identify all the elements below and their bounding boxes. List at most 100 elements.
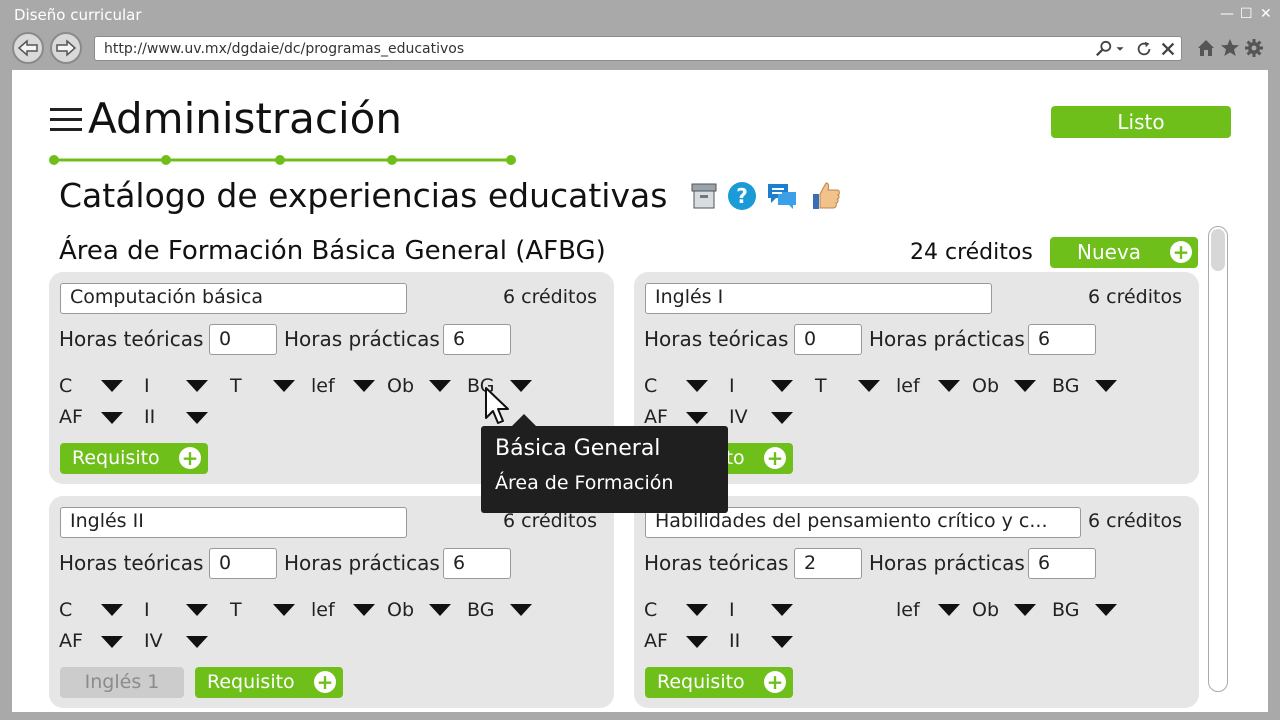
- home-icon[interactable]: [1196, 38, 1216, 58]
- bg-dropdown-icon[interactable]: [1095, 380, 1117, 392]
- horas-practicas-input[interactable]: 6: [1028, 324, 1096, 355]
- af-dropdown-icon[interactable]: [686, 636, 708, 648]
- period-dropdown-icon[interactable]: [771, 412, 793, 424]
- caracter-dropdown-icon[interactable]: [686, 604, 708, 616]
- lef-select[interactable]: lef: [311, 599, 335, 621]
- caracter-dropdown-icon[interactable]: [101, 604, 123, 616]
- tipo-dropdown-icon[interactable]: [273, 604, 295, 616]
- af-select[interactable]: AF: [644, 630, 668, 652]
- ob-dropdown-icon[interactable]: [429, 380, 451, 392]
- refresh-icon[interactable]: [1135, 40, 1153, 58]
- ob-select[interactable]: Ob: [387, 375, 414, 397]
- address-bar[interactable]: http://www.uv.mx/dgdaie/dc/programas_edu…: [94, 36, 1182, 61]
- caracter-select[interactable]: C: [59, 599, 72, 621]
- idioma-select[interactable]: I: [144, 375, 150, 397]
- af-select[interactable]: AF: [59, 406, 83, 428]
- close-window-button[interactable]: ✕: [1260, 6, 1272, 22]
- chat-icon[interactable]: [766, 180, 798, 212]
- tipo-select[interactable]: T: [815, 375, 827, 397]
- horas-teoricas-input[interactable]: 2: [794, 548, 862, 579]
- bg-select[interactable]: BG: [1052, 599, 1079, 621]
- af-select[interactable]: AF: [59, 630, 83, 652]
- help-icon[interactable]: ?: [726, 180, 758, 212]
- course-name-input[interactable]: Inglés I: [645, 283, 992, 314]
- hamburger-menu-icon[interactable]: [50, 108, 82, 134]
- caracter-select[interactable]: C: [59, 375, 72, 397]
- lef-dropdown-icon[interactable]: [938, 604, 960, 616]
- period-select[interactable]: II: [729, 630, 740, 652]
- caracter-select[interactable]: C: [644, 375, 657, 397]
- idioma-dropdown-icon[interactable]: [771, 380, 793, 392]
- search-icon[interactable]: [1095, 40, 1113, 58]
- scrollbar-thumb[interactable]: [1211, 229, 1225, 271]
- bg-select[interactable]: BG: [467, 599, 494, 621]
- tipo-select[interactable]: T: [230, 375, 242, 397]
- requisito-tag[interactable]: Inglés 1: [60, 667, 184, 698]
- idioma-select[interactable]: I: [144, 599, 150, 621]
- listo-button[interactable]: Listo: [1051, 106, 1231, 138]
- archive-box-icon[interactable]: [688, 180, 720, 212]
- bg-select[interactable]: BG: [1052, 375, 1079, 397]
- ob-select[interactable]: Ob: [972, 599, 999, 621]
- horas-teoricas-input[interactable]: 0: [209, 324, 277, 355]
- period-select[interactable]: IV: [144, 630, 163, 652]
- star-icon[interactable]: [1220, 38, 1240, 58]
- nueva-button[interactable]: Nueva +: [1050, 237, 1198, 268]
- lef-select[interactable]: lef: [311, 375, 335, 397]
- caracter-select[interactable]: C: [644, 599, 657, 621]
- af-dropdown-icon[interactable]: [686, 412, 708, 424]
- step-2[interactable]: [161, 155, 171, 165]
- course-name-input[interactable]: Computación básica: [60, 283, 407, 314]
- course-name-input[interactable]: Inglés II: [60, 507, 407, 538]
- thumbs-up-icon[interactable]: [810, 180, 842, 212]
- horas-practicas-input[interactable]: 6: [443, 548, 511, 579]
- ob-select[interactable]: Ob: [387, 599, 414, 621]
- step-1[interactable]: [49, 155, 59, 165]
- back-button[interactable]: [12, 32, 44, 64]
- period-dropdown-icon[interactable]: [771, 636, 793, 648]
- tipo-dropdown-icon[interactable]: [858, 380, 880, 392]
- bg-dropdown-icon[interactable]: [1095, 604, 1117, 616]
- lef-select[interactable]: lef: [896, 599, 920, 621]
- requisito-button[interactable]: Requisito +: [645, 667, 793, 698]
- lef-dropdown-icon[interactable]: [938, 380, 960, 392]
- period-select[interactable]: IV: [729, 406, 748, 428]
- period-select[interactable]: II: [144, 406, 155, 428]
- step-4[interactable]: [387, 155, 397, 165]
- requisito-button[interactable]: Requisito +: [195, 667, 343, 698]
- af-select[interactable]: AF: [644, 406, 668, 428]
- ob-dropdown-icon[interactable]: [429, 604, 451, 616]
- caracter-dropdown-icon[interactable]: [101, 380, 123, 392]
- step-5[interactable]: [506, 155, 516, 165]
- caracter-dropdown-icon[interactable]: [686, 380, 708, 392]
- ob-select[interactable]: Ob: [972, 375, 999, 397]
- horas-teoricas-input[interactable]: 0: [794, 324, 862, 355]
- forward-button[interactable]: [50, 32, 82, 64]
- period-dropdown-icon[interactable]: [186, 412, 208, 424]
- af-dropdown-icon[interactable]: [101, 636, 123, 648]
- ob-dropdown-icon[interactable]: [1014, 604, 1036, 616]
- idioma-dropdown-icon[interactable]: [186, 380, 208, 392]
- af-dropdown-icon[interactable]: [101, 412, 123, 424]
- period-dropdown-icon[interactable]: [186, 636, 208, 648]
- step-3[interactable]: [275, 155, 285, 165]
- chevron-down-icon[interactable]: [1115, 40, 1125, 58]
- vertical-scrollbar[interactable]: [1208, 226, 1228, 692]
- horas-practicas-input[interactable]: 6: [1028, 548, 1096, 579]
- gear-icon[interactable]: [1244, 38, 1264, 58]
- idioma-dropdown-icon[interactable]: [186, 604, 208, 616]
- ob-dropdown-icon[interactable]: [1014, 380, 1036, 392]
- maximize-button[interactable]: ☐: [1240, 6, 1253, 22]
- requisito-button[interactable]: Requisito +: [60, 443, 208, 474]
- tipo-select[interactable]: T: [230, 599, 242, 621]
- idioma-dropdown-icon[interactable]: [771, 604, 793, 616]
- horas-practicas-input[interactable]: 6: [443, 324, 511, 355]
- idioma-select[interactable]: I: [729, 375, 735, 397]
- bg-dropdown-icon[interactable]: [510, 604, 532, 616]
- horas-teoricas-input[interactable]: 0: [209, 548, 277, 579]
- idioma-select[interactable]: I: [729, 599, 735, 621]
- tipo-dropdown-icon[interactable]: [273, 380, 295, 392]
- lef-select[interactable]: lef: [896, 375, 920, 397]
- close-icon[interactable]: [1159, 40, 1177, 58]
- lef-dropdown-icon[interactable]: [353, 380, 375, 392]
